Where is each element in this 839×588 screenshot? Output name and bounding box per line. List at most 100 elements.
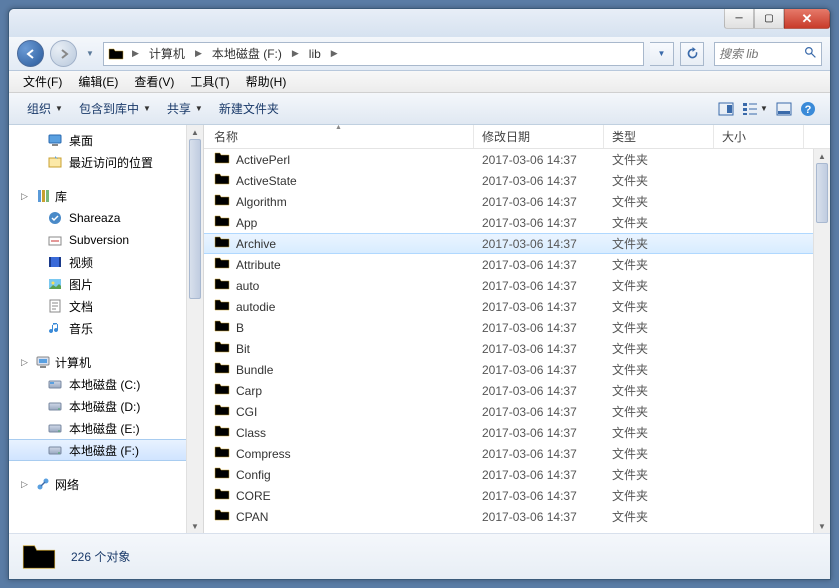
- close-button[interactable]: ✕: [784, 9, 830, 29]
- file-name: Bundle: [236, 363, 273, 377]
- file-row[interactable]: CORE2017-03-06 14:37文件夹: [204, 485, 830, 506]
- search-icon[interactable]: [804, 46, 817, 62]
- file-date: 2017-03-06 14:37: [474, 405, 604, 419]
- folder-icon: [214, 465, 230, 484]
- file-date: 2017-03-06 14:37: [474, 216, 604, 230]
- chevron-down-icon: ▼: [195, 104, 203, 113]
- sidebar-item[interactable]: 本地磁盘 (D:): [9, 395, 203, 417]
- search-input[interactable]: [719, 47, 804, 61]
- new-folder-button[interactable]: 新建文件夹: [211, 96, 287, 121]
- search-box[interactable]: [714, 42, 822, 66]
- forward-button[interactable]: [50, 40, 77, 67]
- scroll-thumb[interactable]: [189, 139, 201, 299]
- titlebar[interactable]: ─ ▢ ✕: [9, 9, 830, 37]
- file-type: 文件夹: [604, 508, 714, 525]
- breadcrumb-segment[interactable]: lib: [303, 43, 327, 65]
- scroll-down-icon[interactable]: ▼: [814, 519, 830, 533]
- scroll-down-icon[interactable]: ▼: [187, 519, 203, 533]
- file-date: 2017-03-06 14:37: [474, 300, 604, 314]
- sidebar-item-label: Subversion: [69, 233, 129, 247]
- sidebar-scrollbar[interactable]: ▲ ▼: [186, 125, 203, 533]
- sidebar-item[interactable]: 本地磁盘 (C:): [9, 373, 203, 395]
- column-date[interactable]: 修改日期: [474, 125, 604, 148]
- sidebar-item[interactable]: 图片: [9, 273, 203, 295]
- file-date: 2017-03-06 14:37: [474, 195, 604, 209]
- view-options-icon[interactable]: ▼: [738, 97, 772, 121]
- menu-item[interactable]: 文件(F): [15, 71, 70, 92]
- expand-icon[interactable]: ▷: [21, 191, 31, 202]
- file-row[interactable]: Bit2017-03-06 14:37文件夹: [204, 338, 830, 359]
- help-icon[interactable]: ?: [796, 97, 820, 121]
- file-row[interactable]: ActivePerl2017-03-06 14:37文件夹: [204, 149, 830, 170]
- scroll-thumb[interactable]: [816, 163, 828, 223]
- address-bar[interactable]: ▶ 计算机 ▶ 本地磁盘 (F:) ▶ lib ▶: [103, 42, 644, 66]
- folder-icon: [214, 486, 230, 505]
- back-button[interactable]: [17, 40, 44, 67]
- sidebar-item[interactable]: 最近访问的位置: [9, 151, 203, 173]
- menu-item[interactable]: 工具(T): [182, 71, 237, 92]
- sidebar-item[interactable]: 视频: [9, 251, 203, 273]
- sidebar-group-header[interactable]: ▷计算机: [9, 351, 203, 373]
- file-date: 2017-03-06 14:37: [474, 279, 604, 293]
- history-dropdown-icon[interactable]: ▼: [83, 42, 97, 66]
- file-row[interactable]: Archive2017-03-06 14:37文件夹: [204, 233, 830, 254]
- file-row[interactable]: CPAN2017-03-06 14:37文件夹: [204, 506, 830, 527]
- menu-item[interactable]: 帮助(H): [238, 71, 295, 92]
- sidebar-item[interactable]: 文档: [9, 295, 203, 317]
- details-pane-icon[interactable]: [772, 97, 796, 121]
- sidebar-item[interactable]: 本地磁盘 (E:): [9, 417, 203, 439]
- menu-item[interactable]: 查看(V): [126, 71, 182, 92]
- file-row[interactable]: Carp2017-03-06 14:37文件夹: [204, 380, 830, 401]
- sidebar-item[interactable]: 音乐: [9, 317, 203, 339]
- file-row[interactable]: ActiveState2017-03-06 14:37文件夹: [204, 170, 830, 191]
- refresh-dropdown[interactable]: ▼: [650, 42, 674, 66]
- chevron-right-icon[interactable]: ▶: [128, 48, 143, 59]
- minimize-button[interactable]: ─: [724, 9, 754, 29]
- sidebar-item-label: 视频: [69, 254, 93, 271]
- sidebar-item[interactable]: 本地磁盘 (F:): [9, 439, 203, 461]
- sidebar: 桌面最近访问的位置▷库ShareazaSubversion视频图片文档音乐▷计算…: [9, 125, 204, 533]
- breadcrumb-segment[interactable]: 计算机: [143, 43, 191, 65]
- video-icon: [47, 254, 63, 270]
- file-row[interactable]: CGI2017-03-06 14:37文件夹: [204, 401, 830, 422]
- organize-button[interactable]: 组织▼: [19, 96, 71, 121]
- menu-item[interactable]: 编辑(E): [70, 71, 126, 92]
- file-row[interactable]: Bundle2017-03-06 14:37文件夹: [204, 359, 830, 380]
- file-date: 2017-03-06 14:37: [474, 510, 604, 524]
- expand-icon[interactable]: ▷: [21, 479, 31, 490]
- file-row[interactable]: Config2017-03-06 14:37文件夹: [204, 464, 830, 485]
- sidebar-item[interactable]: 桌面: [9, 129, 203, 151]
- sidebar-item[interactable]: Subversion: [9, 229, 203, 251]
- refresh-button[interactable]: [680, 42, 704, 66]
- share-button[interactable]: 共享▼: [159, 96, 211, 121]
- maximize-button[interactable]: ▢: [754, 9, 784, 29]
- expand-icon[interactable]: ▷: [21, 357, 31, 368]
- file-row[interactable]: Attribute2017-03-06 14:37文件夹: [204, 254, 830, 275]
- file-row[interactable]: B2017-03-06 14:37文件夹: [204, 317, 830, 338]
- column-size[interactable]: 大小: [714, 125, 804, 148]
- file-row[interactable]: App2017-03-06 14:37文件夹: [204, 212, 830, 233]
- file-row[interactable]: Algorithm2017-03-06 14:37文件夹: [204, 191, 830, 212]
- preview-pane-icon[interactable]: [714, 97, 738, 121]
- scroll-up-icon[interactable]: ▲: [814, 149, 830, 163]
- include-in-library-button[interactable]: 包含到库中▼: [71, 96, 159, 121]
- file-name: CORE: [236, 489, 271, 503]
- sidebar-item-label: 音乐: [69, 320, 93, 337]
- column-type[interactable]: 类型: [604, 125, 714, 148]
- scroll-up-icon[interactable]: ▲: [187, 125, 203, 139]
- filelist-scrollbar[interactable]: ▲ ▼: [813, 149, 830, 533]
- sidebar-group-header[interactable]: ▷网络: [9, 473, 203, 495]
- breadcrumb-segment[interactable]: 本地磁盘 (F:): [206, 43, 288, 65]
- network-icon: [35, 476, 51, 492]
- chevron-right-icon[interactable]: ▶: [327, 48, 342, 59]
- sidebar-item[interactable]: Shareaza: [9, 207, 203, 229]
- sidebar-group-label: 库: [55, 188, 67, 205]
- file-row[interactable]: autodie2017-03-06 14:37文件夹: [204, 296, 830, 317]
- file-row[interactable]: Class2017-03-06 14:37文件夹: [204, 422, 830, 443]
- file-row[interactable]: auto2017-03-06 14:37文件夹: [204, 275, 830, 296]
- file-row[interactable]: Compress2017-03-06 14:37文件夹: [204, 443, 830, 464]
- chevron-right-icon[interactable]: ▶: [191, 48, 206, 59]
- chevron-right-icon[interactable]: ▶: [288, 48, 303, 59]
- sidebar-group-header[interactable]: ▷库: [9, 185, 203, 207]
- column-name[interactable]: 名称: [204, 125, 474, 148]
